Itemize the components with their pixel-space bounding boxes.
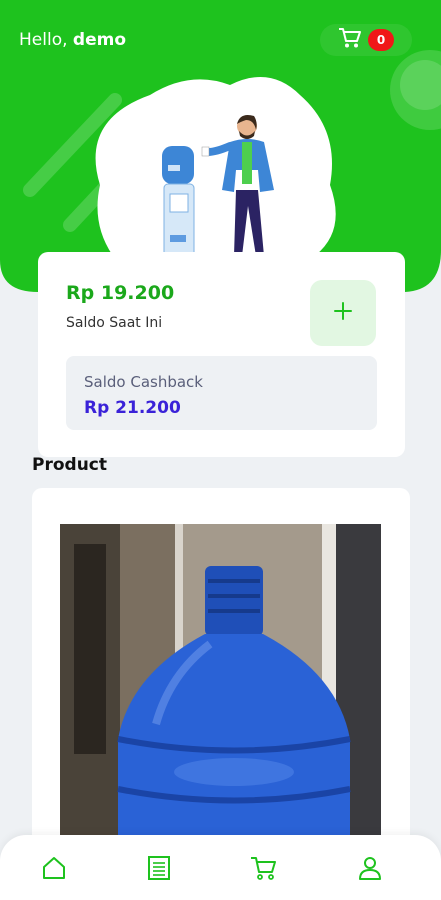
- greeting-prefix: Hello,: [19, 30, 73, 50]
- cart-icon: [250, 855, 278, 885]
- product-card[interactable]: [32, 488, 410, 848]
- product-section-title: Product: [32, 455, 107, 475]
- user-icon: [357, 855, 383, 885]
- product-image[interactable]: [60, 524, 381, 848]
- greeting: Hello, demo: [19, 30, 126, 50]
- bottom-navigation: [0, 835, 441, 900]
- username: demo: [72, 30, 126, 50]
- cart-count-badge: 0: [368, 29, 394, 51]
- balance-amount: Rp 19.200: [66, 282, 175, 304]
- cashback-box: Saldo Cashback Rp 21.200: [66, 356, 377, 430]
- topup-button[interactable]: [310, 280, 376, 346]
- plus-icon: [332, 300, 354, 326]
- nav-home[interactable]: [39, 855, 69, 885]
- cashback-label: Saldo Cashback: [84, 373, 203, 391]
- balance-label: Saldo Saat Ini: [66, 315, 163, 331]
- document-icon: [146, 855, 172, 885]
- cart-button[interactable]: 0: [320, 24, 412, 56]
- cart-icon: [338, 27, 362, 53]
- water-dispenser-illustration: [150, 110, 280, 264]
- balance-card: Rp 19.200 Saldo Saat Ini Saldo Cashback …: [38, 252, 405, 457]
- cashback-amount: Rp 21.200: [84, 398, 181, 418]
- nav-cart[interactable]: [249, 855, 279, 885]
- nav-transactions[interactable]: [144, 855, 174, 885]
- home-icon: [41, 855, 67, 885]
- nav-profile[interactable]: [355, 855, 385, 885]
